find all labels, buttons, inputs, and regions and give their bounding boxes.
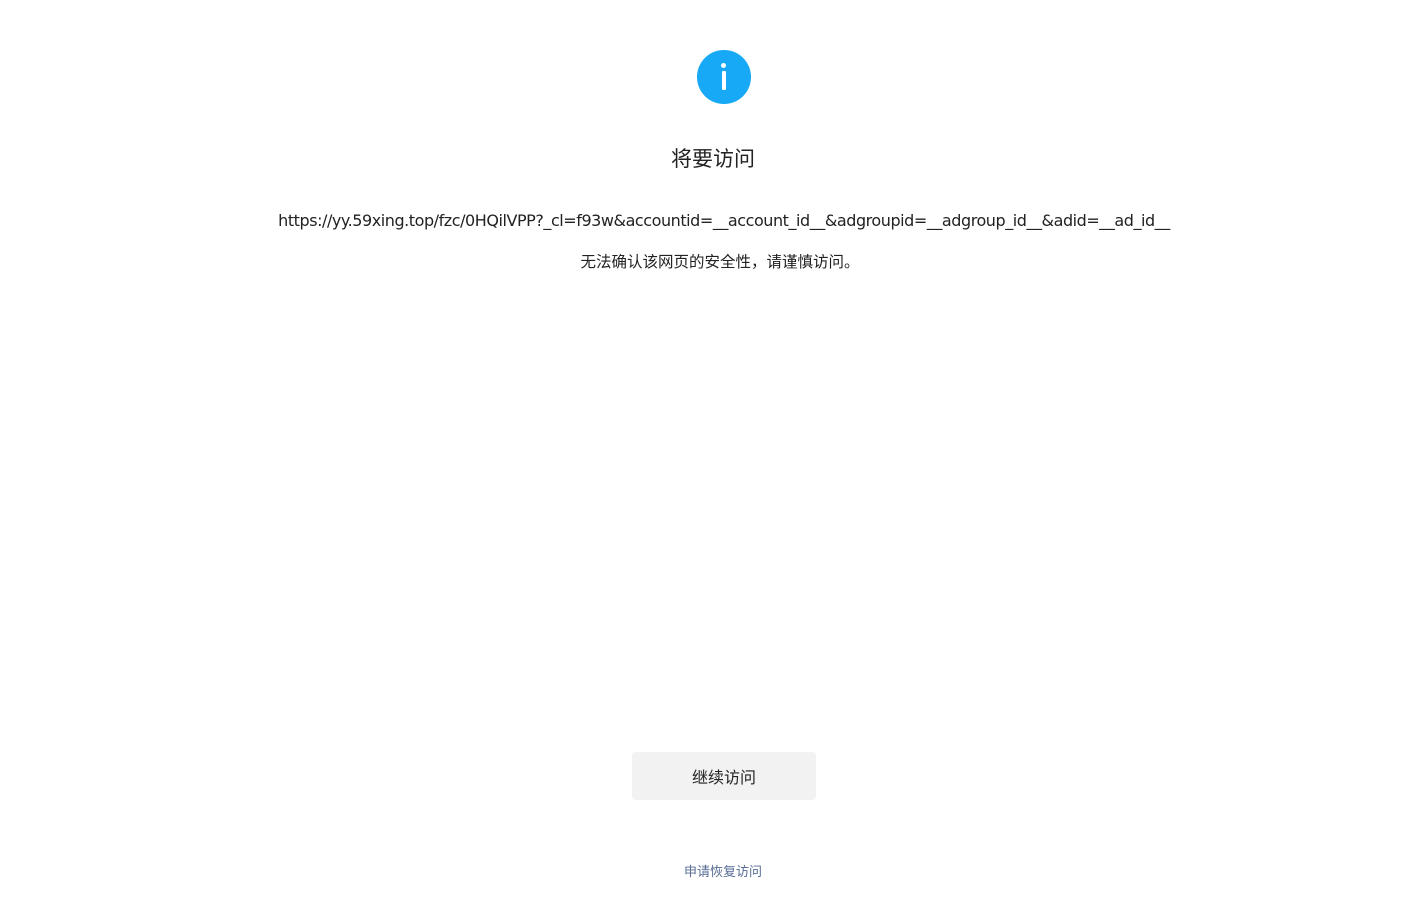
info-icon (697, 50, 751, 104)
page-title: 将要访问 (671, 147, 755, 171)
page: 将要访问 https://yy.59xing.top/fzc/0HQilVPP?… (0, 0, 1426, 899)
info-icon-bar (721, 71, 726, 90)
appeal-restore-link[interactable]: 申请恢复访问 (0, 863, 1426, 883)
target-url: https://yy.59xing.top/fzc/0HQilVPP?_cl=f… (278, 211, 1170, 230)
security-warning: 无法确认该网页的安全性，请谨慎访问。 (580, 253, 860, 271)
info-icon-dot (721, 63, 726, 68)
continue-button[interactable]: 继续访问 (632, 752, 816, 800)
